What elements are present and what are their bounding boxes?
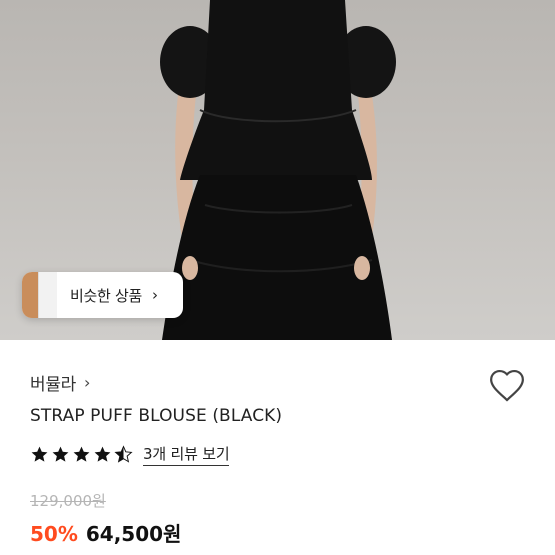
discount-rate: 50%	[30, 522, 78, 546]
brand-link[interactable]: 버뮬라 ›	[30, 370, 90, 395]
thumbnail-2	[38, 272, 57, 318]
half-star-icon	[114, 445, 133, 463]
rating-row: 3개 리뷰 보기	[30, 443, 230, 466]
original-price: 129,000원	[30, 492, 106, 510]
brand-name: 버뮬라	[30, 375, 77, 395]
view-reviews-link[interactable]: 3개 리뷰 보기	[143, 443, 230, 466]
similar-products-label: 비슷한 상품	[70, 286, 142, 305]
star-icon	[31, 446, 48, 462]
sale-price: 64,500원	[85, 522, 182, 546]
star-icon	[52, 446, 69, 462]
star-rating	[30, 445, 133, 464]
star-icon	[73, 446, 90, 462]
similar-thumbnails	[22, 272, 57, 318]
product-image[interactable]: 비슷한 상품 ›	[0, 0, 555, 340]
similar-products-button[interactable]: 비슷한 상품 ›	[22, 272, 183, 318]
product-name: STRAP PUFF BLOUSE (BLACK)	[30, 406, 283, 426]
chevron-right-icon: ›	[151, 286, 158, 304]
star-icon	[94, 446, 111, 462]
heart-icon[interactable]	[488, 367, 526, 403]
chevron-right-icon: ›	[84, 373, 91, 392]
price-row: 50% 64,500원	[30, 518, 181, 547]
